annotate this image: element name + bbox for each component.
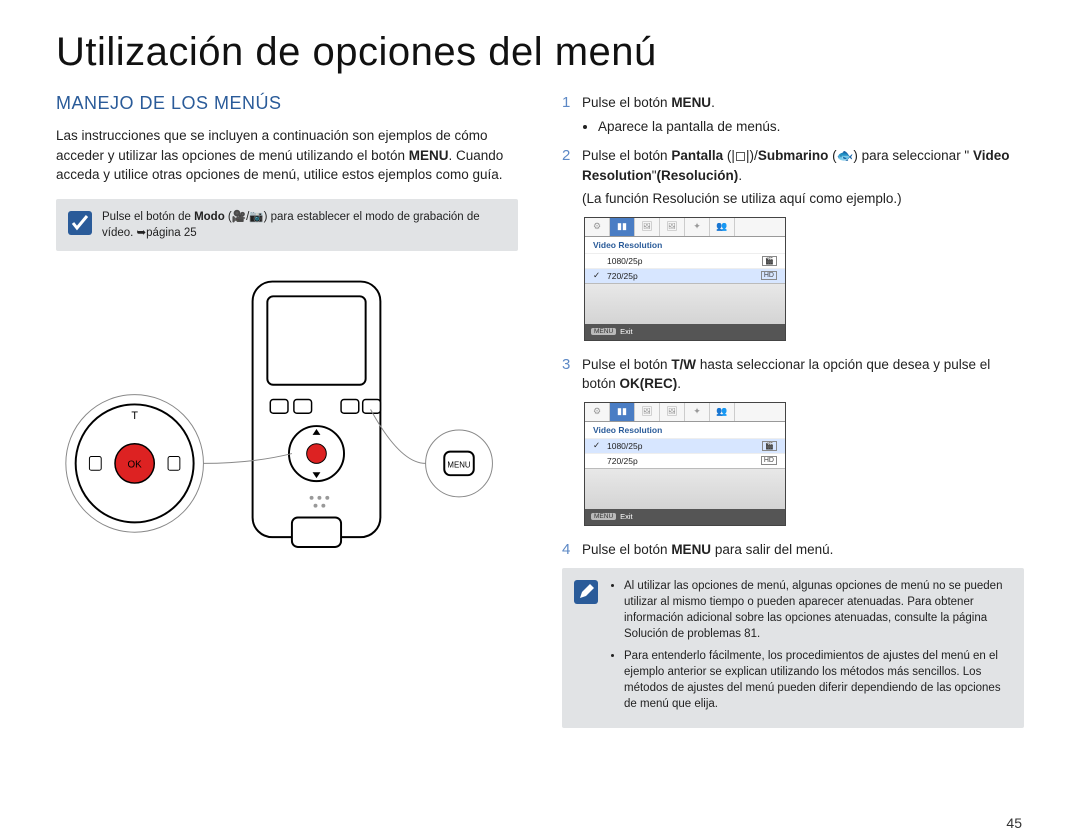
info-box: Al utilizar las opciones de menú, alguna… [562,568,1024,729]
tab-icon: ✦ [685,218,710,236]
option-tag: HD [761,271,777,280]
exit-label: Exit [620,327,633,336]
tab-icon: 🖼 [635,218,660,236]
step-number: 1 [562,94,582,111]
step-number: 4 [562,541,582,558]
step-text: Pulse el botón MENU para salir del menú. [582,542,833,557]
tab-icon: 🖼 [660,218,685,236]
svg-text:OK: OK [128,459,143,470]
option-tag: 🎬 [762,441,777,451]
check-icon: ✓ [593,270,607,281]
preview-area [585,468,785,509]
svg-text:MENU: MENU [447,460,470,469]
intro-paragraph: Las instrucciones que se incluyen a cont… [56,126,518,185]
info-bullet: Para entenderlo fácilmente, los procedim… [624,648,1012,712]
info-bullet: Al utilizar las opciones de menú, alguna… [624,578,1012,642]
step-text: Pulse el botón T/W hasta seleccionar la … [582,357,990,392]
tab-icon: ⚙ [585,403,610,421]
page-title: Utilización de opciones del menú [56,30,1024,75]
pencil-note-icon [574,580,598,604]
check-icon [68,211,92,235]
svg-text:W: W [130,504,141,516]
menu-button-label: MENU [591,513,616,520]
step-1: 1 Pulse el botón MENU. Aparece la pantal… [562,93,1024,138]
step-3: 3 Pulse el botón T/W hasta seleccionar l… [562,355,1024,394]
option-label: 720/25p [607,271,761,281]
step-text: Pulse el botón Pantalla (|◻|)/Submarino … [582,148,1010,183]
step-subtext: (La función Resolución se utiliza aquí c… [582,189,1024,209]
step-bullet: Aparece la pantalla de menús. [598,117,1024,137]
step-2: 2 Pulse el botón Pantalla (|◻|)/Submarin… [562,146,1024,209]
tab-video-icon: ▮▮ [610,403,635,421]
mode-note-text: Pulse el botón de Modo (🎥/📷) para establ… [102,209,506,241]
step-4: 4 Pulse el botón MENU para salir del men… [562,540,1024,560]
menu-title: Video Resolution [585,422,785,438]
step-text: Pulse el botón MENU. [582,95,715,110]
option-label: 1080/25p [607,256,762,266]
tab-video-icon: ▮▮ [610,218,635,236]
check-icon: ✓ [593,440,607,451]
tab-icon: ✦ [685,403,710,421]
tab-icon: 🖼 [660,403,685,421]
step-number: 3 [562,356,582,373]
step-number: 2 [562,147,582,164]
mode-note-box: Pulse el botón de Modo (🎥/📷) para establ… [56,199,518,251]
preview-area [585,283,785,324]
exit-label: Exit [620,512,633,521]
svg-text:T: T [131,410,138,422]
menu-button-label: MENU [591,328,616,335]
option-label: 720/25p [607,456,761,466]
option-tag: HD [761,456,777,465]
device-illustration: OK T W MENU [56,269,518,589]
page-number: 45 [1006,815,1022,831]
menu-screenshot-2: ⚙ ▮▮ 🖼 🖼 ✦ 👥 Video Resolution ✓1080/25p🎬… [584,402,786,526]
tab-icon: 🖼 [635,403,660,421]
tab-icon: 👥 [710,218,735,236]
menu-screenshot-1: ⚙ ▮▮ 🖼 🖼 ✦ 👥 Video Resolution 1080/25p🎬 … [584,217,786,341]
tab-icon: 👥 [710,403,735,421]
section-heading: MANEJO DE LOS MENÚS [56,93,518,114]
option-label: 1080/25p [607,441,762,451]
option-tag: 🎬 [762,256,777,266]
tab-icon: ⚙ [585,218,610,236]
menu-title: Video Resolution [585,237,785,253]
